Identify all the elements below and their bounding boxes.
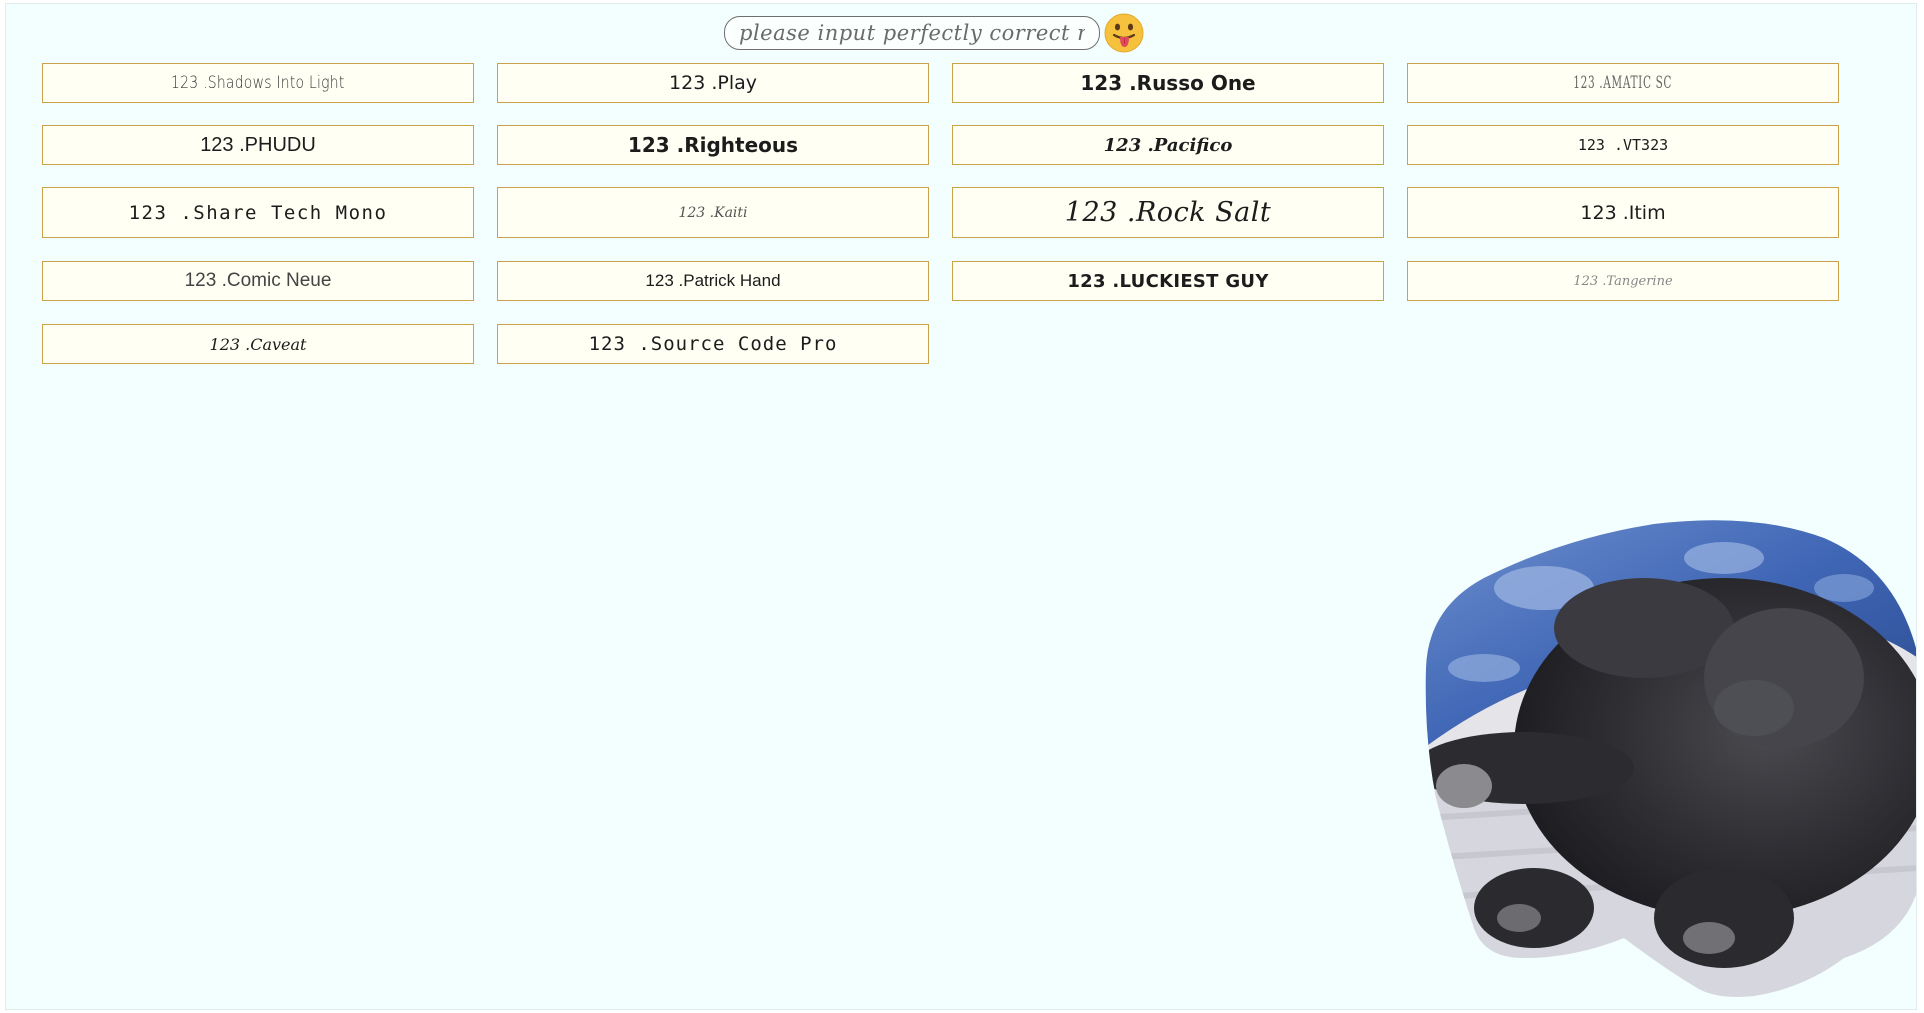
font-label: 123 .Comic Neue (184, 270, 332, 291)
font-button-patrick-hand[interactable]: 123 .Patrick Hand (497, 261, 929, 301)
font-label: 123 .Caveat (209, 334, 307, 354)
font-label: 123 .AMATIC SC (1573, 73, 1673, 93)
font-label: 123 .Righteous (627, 133, 799, 157)
font-button-itim[interactable]: 123 .Itim (1407, 187, 1839, 238)
font-button-comic-neue[interactable]: 123 .Comic Neue (42, 261, 474, 301)
font-button-source-code-pro[interactable]: 123 .Source Code Pro (497, 324, 929, 364)
font-button-vt323[interactable]: 123 .VT323 (1407, 125, 1839, 165)
font-button-rock-salt[interactable]: 123 .Rock Salt (952, 187, 1384, 238)
font-button-phudu[interactable]: 123 .PHUDU (42, 125, 474, 165)
font-button-pacifico[interactable]: 123 .Pacifico (952, 125, 1384, 165)
font-label: 123 .Rock Salt (1064, 197, 1272, 228)
font-label: 123 .PHUDU (200, 133, 316, 156)
font-label: 123 .Tangerine (1573, 273, 1673, 289)
sleeping-dog-photo (1424, 518, 1916, 998)
font-button-play[interactable]: 123 .Play (497, 63, 929, 103)
page: 123 .Shadows Into Light 123 .Play 123 .R… (5, 3, 1917, 1010)
font-button-kaiti[interactable]: 123 .Kaiti (497, 187, 929, 238)
font-button-shadows-into-light[interactable]: 123 .Shadows Into Light (42, 63, 474, 103)
font-button-caveat[interactable]: 123 .Caveat (42, 324, 474, 364)
font-button-luckiest-guy[interactable]: 123 .LUCKIEST GUY (952, 261, 1384, 301)
font-label: 123 .Shadows Into Light (171, 73, 345, 93)
font-label: 123 .Source Code Pro (588, 333, 838, 355)
font-label: 123 .VT323 (1577, 136, 1669, 154)
font-button-tangerine[interactable]: 123 .Tangerine (1407, 261, 1839, 301)
tongue-out-face-icon (1104, 13, 1144, 53)
font-label: 123 .Russo One (1080, 71, 1256, 95)
font-button-russo-one[interactable]: 123 .Russo One (952, 63, 1384, 103)
font-label: 123 .Pacifico (1103, 134, 1233, 156)
font-button-amatic-sc[interactable]: 123 .AMATIC SC (1407, 63, 1839, 103)
font-label: 123 .Patrick Hand (645, 271, 781, 290)
font-label: 123 .Itim (1580, 201, 1666, 224)
font-name-input[interactable] (724, 16, 1100, 50)
font-label: 123 .Share Tech Mono (128, 201, 388, 224)
font-label: 123 .Kaiti (678, 204, 748, 221)
font-label: 123 .LUCKIEST GUY (1067, 270, 1269, 292)
search-bar (724, 13, 1144, 53)
font-button-share-tech-mono[interactable]: 123 .Share Tech Mono (42, 187, 474, 238)
font-label: 123 .Play (669, 72, 757, 94)
font-button-righteous[interactable]: 123 .Righteous (497, 125, 929, 165)
